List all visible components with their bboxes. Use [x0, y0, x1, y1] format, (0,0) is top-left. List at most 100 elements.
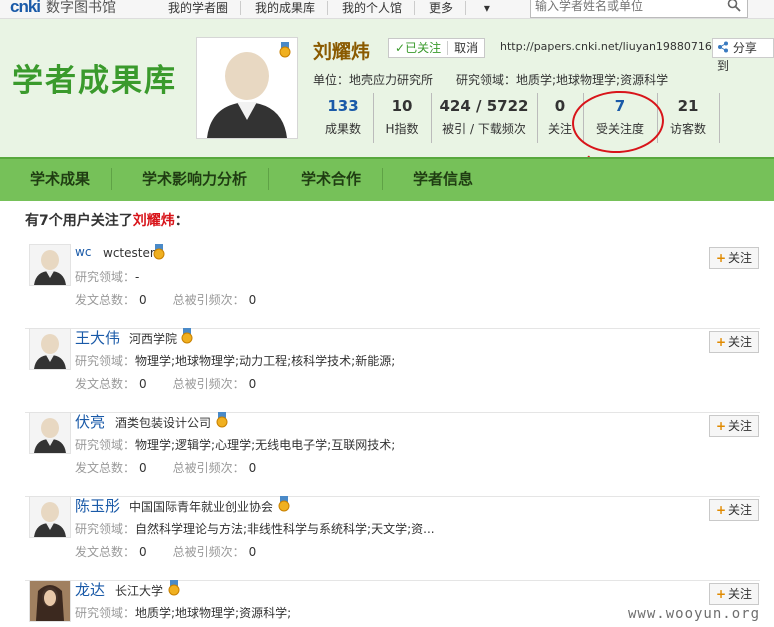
heading-name[interactable]: 刘耀炜 — [133, 213, 175, 229]
top-nav-scholar-circle[interactable]: 我的学者圈 — [168, 1, 242, 15]
check-icon: ✓ — [395, 41, 406, 55]
watermark: www.wooyun.org — [628, 606, 761, 622]
papers-value: 0 — [139, 461, 147, 475]
scholar-unit: 单位：地壳应力研究所 — [313, 71, 433, 88]
follow-button[interactable]: + 关注 — [709, 247, 759, 269]
avatar[interactable] — [29, 496, 71, 538]
cnki-logo[interactable]: cnki 数字图书馆 — [10, 0, 116, 17]
cites-label: 总被引频次： — [172, 293, 245, 307]
profile-url[interactable]: http://papers.cnki.net/liuyan19880716 — [500, 40, 712, 53]
scholar-search-input[interactable] — [531, 0, 729, 15]
field-value: 地质学;地球物理学;资源科学 — [516, 73, 669, 87]
follower-org: wctester — [103, 246, 155, 260]
papers-label: 发文总数： — [75, 545, 136, 559]
search-icon[interactable] — [727, 0, 741, 12]
tab-scholar-info[interactable]: 学者信息 — [413, 159, 473, 201]
tab-academic-results[interactable]: 学术成果 — [30, 159, 113, 201]
follower-org: 酒类包装设计公司 — [115, 416, 212, 430]
medal-icon — [181, 328, 193, 344]
field-label: 研究领域： — [75, 606, 136, 620]
follower-org: 中国国际青年就业创业协会 — [129, 500, 274, 514]
brand-title: 学者成果库 — [12, 63, 177, 99]
follower-org: 长江大学 — [115, 584, 164, 598]
cites-label: 总被引频次： — [172, 377, 245, 391]
stat-value: 424 / 5722 — [439, 97, 529, 115]
tab-collaboration[interactable]: 学术合作 — [301, 159, 384, 201]
unit-label: 单位： — [313, 73, 350, 87]
follower-org: 河西学院 — [129, 332, 178, 346]
unfollow-button[interactable]: 取消 — [447, 41, 479, 55]
field-label: 研究领域： — [75, 522, 136, 536]
top-nav-results-library[interactable]: 我的成果库 — [255, 1, 329, 15]
medal-icon — [216, 412, 228, 428]
followers-heading: 有7个用户关注了刘耀炜： — [25, 210, 189, 230]
cites-label: 总被引频次： — [172, 461, 245, 475]
stat-label: 成果数 — [324, 122, 361, 136]
cites-label: 总被引频次： — [172, 545, 245, 559]
stat-label: 访客数 — [669, 122, 706, 136]
cites-value: 0 — [248, 545, 257, 559]
follow-button[interactable]: + 关注 — [709, 499, 759, 521]
field-value: 物理学;逻辑学;心理学;无线电电子学;互联网技术; — [135, 438, 396, 452]
follow-button-label: 关注 — [728, 503, 753, 517]
plus-icon: + — [715, 587, 727, 601]
logo-text: cnki — [10, 0, 41, 16]
papers-label: 发文总数： — [75, 377, 136, 391]
user-photo-icon — [30, 581, 70, 621]
heading-prefix: 有7个用户关注了 — [25, 213, 133, 229]
papers-label: 发文总数： — [75, 293, 136, 307]
stat-results[interactable]: 133 成果数 — [313, 93, 374, 143]
medal-icon — [168, 580, 180, 596]
list-item: wc wctester 研究领域：- 发文总数： 0 总被引频次： 0 + 关注 — [25, 244, 760, 329]
stat-visitors[interactable]: 21 访客数 — [657, 93, 720, 143]
top-nav-personal-library[interactable]: 我的个人馆 — [342, 1, 416, 15]
follow-button-label: 关注 — [728, 587, 753, 601]
default-avatar-icon — [34, 502, 66, 537]
field-label: 研究领域： — [75, 438, 136, 452]
stat-value: 10 — [391, 97, 413, 115]
follower-field: 研究领域：- — [75, 268, 139, 285]
follower-name[interactable]: wc — [75, 245, 91, 259]
follower-stats: 发文总数： 0 总被引频次： 0 — [75, 543, 256, 560]
avatar[interactable] — [29, 244, 71, 286]
papers-value: 0 — [139, 545, 147, 559]
followed-label: 已关注 — [405, 41, 442, 55]
stat-cite-download[interactable]: 424 / 5722 被引 / 下载频次 — [431, 93, 538, 143]
field-label: 研究领域： — [75, 270, 136, 284]
share-button[interactable]: 分享到 — [712, 38, 774, 73]
top-nav-more[interactable]: 更多 ▾ — [429, 1, 528, 15]
follower-name[interactable]: 伏亮 — [75, 411, 105, 432]
follower-name[interactable]: 龙达 — [75, 579, 105, 600]
avatar[interactable] — [29, 412, 71, 454]
stat-h-index[interactable]: 10 H指数 — [373, 93, 432, 143]
tab-influence-analysis[interactable]: 学术影响力分析 — [142, 159, 270, 201]
follower-field: 研究领域：地质学;地球物理学;资源科学; — [75, 604, 291, 621]
follow-button-label: 关注 — [728, 419, 753, 433]
follower-field: 研究领域：物理学;地球物理学;动力工程;核科学技术;新能源; — [75, 352, 395, 369]
follower-stats: 发文总数： 0 总被引频次： 0 — [75, 375, 256, 392]
avatar[interactable] — [29, 580, 71, 622]
follower-name[interactable]: 陈玉彤 — [75, 495, 120, 516]
follow-button[interactable]: + 关注 — [709, 415, 759, 437]
cites-value: 0 — [248, 377, 257, 391]
avatar[interactable] — [29, 328, 71, 370]
logo-subtitle: 数字图书馆 — [46, 0, 117, 15]
papers-value: 0 — [139, 377, 147, 391]
top-nav-more-label: 更多 — [429, 1, 467, 15]
field-value: 自然科学理论与方法;非线性科学与系统科学;天文学;资... — [135, 522, 435, 536]
field-label: 研究领域： — [456, 73, 517, 87]
default-avatar-icon — [34, 250, 66, 285]
follow-button[interactable]: + 关注 — [709, 583, 759, 605]
field-value: - — [135, 270, 140, 284]
stat-value: 133 — [327, 97, 359, 115]
field-value: 物理学;地球物理学;动力工程;核科学技术;新能源; — [135, 354, 396, 368]
unit-value: 地壳应力研究所 — [349, 73, 434, 87]
follower-name[interactable]: 王大伟 — [75, 327, 120, 348]
follow-button[interactable]: + 关注 — [709, 331, 759, 353]
cites-value: 0 — [248, 461, 257, 475]
scholar-name: 刘耀炜 — [313, 41, 371, 63]
medal-icon — [278, 496, 290, 512]
share-icon — [718, 41, 728, 53]
default-avatar-icon — [34, 418, 66, 453]
cites-value: 0 — [248, 293, 257, 307]
